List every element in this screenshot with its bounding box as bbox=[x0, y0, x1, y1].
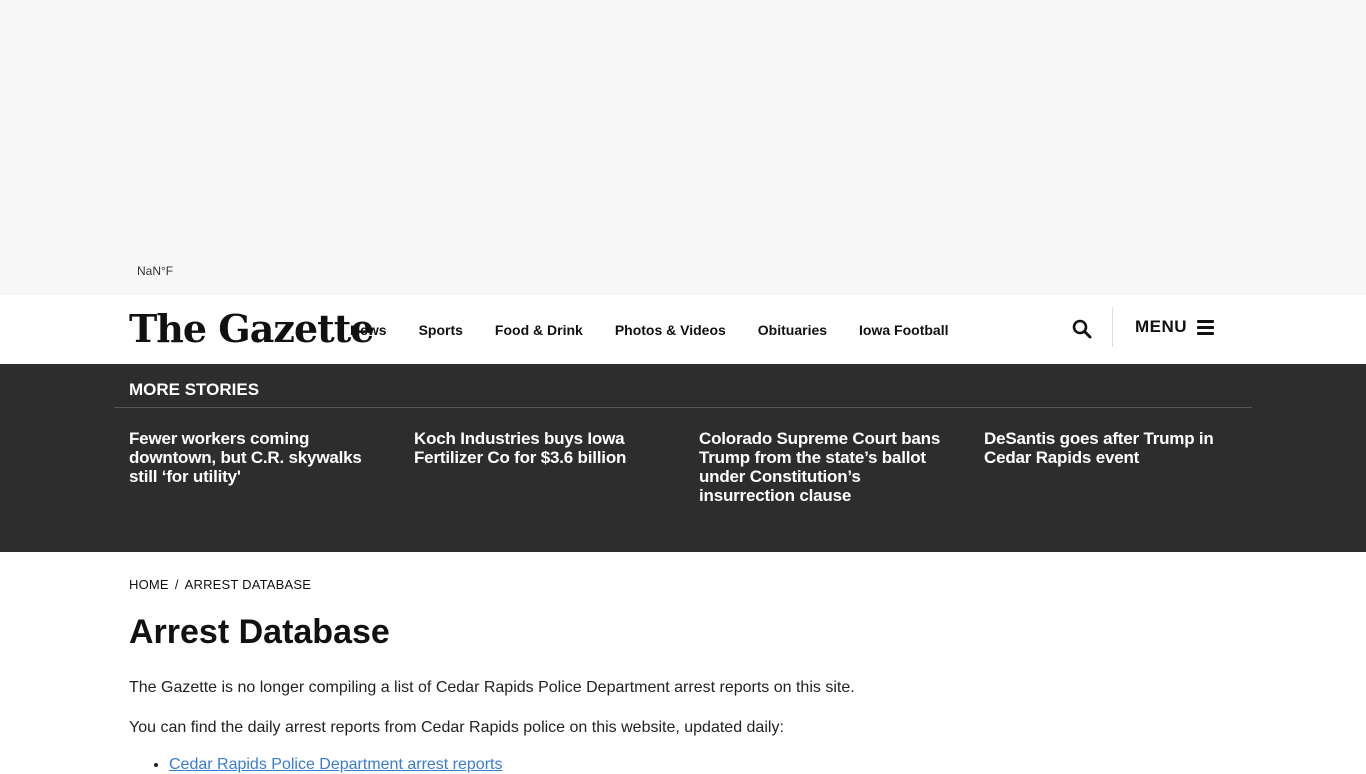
site-logo[interactable]: The Gazette bbox=[129, 307, 374, 351]
more-stories-divider bbox=[114, 407, 1252, 408]
search-button[interactable] bbox=[1072, 319, 1094, 341]
weather-temp: NaN°F bbox=[137, 264, 174, 278]
nav-sports[interactable]: Sports bbox=[419, 322, 463, 338]
breadcrumb: HOME / ARREST DATABASE bbox=[129, 552, 1366, 592]
menu-button[interactable]: MENU bbox=[1135, 317, 1215, 337]
nav-photos-videos[interactable]: Photos & Videos bbox=[615, 322, 726, 338]
ad-area: NaN°F bbox=[0, 0, 1366, 295]
main-nav: News Sports Food & Drink Photos & Videos… bbox=[350, 295, 949, 364]
more-stories-band: MORE STORIES Fewer workers coming downto… bbox=[0, 364, 1366, 552]
nav-iowa-football[interactable]: Iowa Football bbox=[859, 322, 948, 338]
crpd-arrest-reports-link[interactable]: Cedar Rapids Police Department arrest re… bbox=[169, 756, 502, 773]
nav-obituaries[interactable]: Obituaries bbox=[758, 322, 827, 338]
info-paragraph: You can find the daily arrest reports fr… bbox=[129, 719, 784, 736]
search-icon bbox=[1072, 319, 1092, 339]
header-divider bbox=[1112, 307, 1113, 347]
more-stories-title: MORE STORIES bbox=[129, 380, 260, 399]
hamburger-icon bbox=[1197, 319, 1215, 335]
nav-food-drink[interactable]: Food & Drink bbox=[495, 322, 583, 338]
site-header: The Gazette News Sports Food & Drink Pho… bbox=[0, 295, 1366, 364]
page-title: Arrest Database bbox=[129, 613, 390, 651]
intro-paragraph: The Gazette is no longer compiling a lis… bbox=[129, 679, 855, 696]
breadcrumb-home[interactable]: HOME bbox=[129, 577, 169, 592]
story-link[interactable]: Fewer workers coming downtown, but C.R. … bbox=[129, 429, 384, 505]
link-list: Cedar Rapids Police Department arrest re… bbox=[129, 756, 1366, 774]
story-link[interactable]: Koch Industries buys Iowa Fertilizer Co … bbox=[414, 429, 669, 505]
breadcrumb-current: ARREST DATABASE bbox=[184, 577, 312, 592]
breadcrumb-separator: / bbox=[174, 577, 179, 592]
list-item: Cedar Rapids Police Department arrest re… bbox=[169, 756, 1366, 774]
menu-label: MENU bbox=[1135, 317, 1188, 336]
main-content: HOME / ARREST DATABASE Arrest Database T… bbox=[0, 552, 1366, 774]
more-stories-list: Fewer workers coming downtown, but C.R. … bbox=[129, 429, 1259, 505]
nav-news[interactable]: News bbox=[350, 322, 387, 338]
story-link[interactable]: Colorado Supreme Court bans Trump from t… bbox=[699, 429, 954, 505]
story-link[interactable]: DeSantis goes after Trump in Cedar Rapid… bbox=[984, 429, 1239, 505]
